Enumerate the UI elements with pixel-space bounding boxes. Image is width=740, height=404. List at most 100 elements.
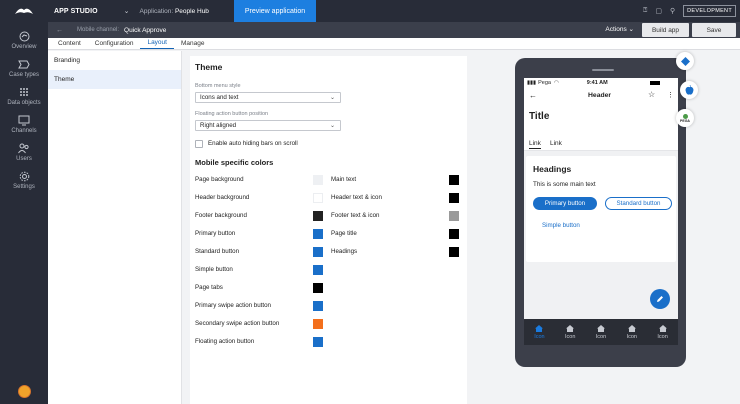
status-time: 9:41 AM — [586, 80, 608, 86]
nav-label: Settings — [13, 184, 35, 190]
development-badge[interactable]: DEVELOPMENT — [683, 5, 736, 17]
star-icon[interactable]: ☆ — [648, 90, 655, 99]
page-tab-link[interactable]: Link — [529, 140, 541, 149]
kebab-menu-icon[interactable]: ⋮ — [667, 91, 674, 99]
app-name: APP STUDIO — [54, 7, 98, 15]
nav-users[interactable]: Users — [0, 142, 48, 162]
home-icon — [658, 324, 667, 332]
color-label: Secondary swipe action button — [195, 320, 280, 327]
page-tab-link[interactable]: Link — [550, 140, 562, 147]
channel-bar: ← Mobile channel: Quick Approve Actions … — [48, 22, 740, 38]
channel-name: Quick Approve — [124, 26, 167, 34]
color-swatch[interactable] — [449, 247, 459, 257]
color-swatch[interactable] — [449, 193, 459, 203]
tab-manage[interactable]: Manage — [174, 40, 212, 49]
color-label: Header text & icon — [331, 194, 382, 201]
build-app-button[interactable]: Build app — [642, 23, 689, 37]
bottom-menu-select[interactable]: Icons and text ⌄ — [195, 92, 341, 103]
signal-icon: ▮▮▮ — [527, 80, 537, 86]
fab-position-select[interactable]: Right aligned ⌄ — [195, 120, 341, 131]
ios-platform-button[interactable] — [680, 81, 698, 99]
app-switcher-chevron-icon[interactable]: ⌄ — [124, 7, 130, 15]
standard-button[interactable]: Standard button — [605, 197, 672, 210]
color-label: Page background — [195, 176, 244, 183]
nav-label: Case types — [8, 72, 39, 78]
floating-action-button[interactable] — [650, 289, 670, 309]
pin-icon[interactable]: ⚲ — [670, 7, 675, 15]
tab-layout[interactable]: Layout — [140, 39, 174, 49]
color-swatch[interactable] — [313, 247, 323, 257]
footer-item[interactable]: Icon — [616, 319, 647, 345]
nav-label: Users — [16, 156, 32, 162]
footer-item[interactable]: Icon — [647, 319, 678, 345]
color-swatch[interactable] — [449, 229, 459, 239]
primary-button[interactable]: Primary button — [533, 197, 597, 210]
nav-settings[interactable]: Settings — [0, 170, 48, 190]
footer-item[interactable]: Icon — [555, 319, 586, 345]
tab-bar: Content Configuration Layout Manage — [48, 38, 740, 50]
back-arrow-icon[interactable]: ← — [56, 27, 63, 34]
phone-title-area: Title Link Link — [524, 103, 678, 151]
auto-hide-checkbox[interactable] — [195, 140, 203, 148]
data-objects-icon — [0, 86, 48, 98]
color-swatch[interactable] — [313, 283, 323, 293]
pega-logo[interactable] — [0, 0, 48, 22]
tab-content[interactable]: Content — [51, 40, 88, 49]
color-swatch[interactable] — [313, 193, 323, 203]
bottom-menu-label: Bottom menu style — [195, 83, 241, 89]
back-arrow-icon[interactable]: ← — [529, 91, 537, 100]
phone-status-bar: ▮▮▮ Pega ◠ 9:41 AM — [524, 78, 678, 88]
color-swatch[interactable] — [313, 337, 323, 347]
nav-channels[interactable]: Channels — [0, 114, 48, 134]
content-card: Headings This is some main text Primary … — [526, 156, 676, 262]
footer-item[interactable]: Icon — [586, 319, 617, 345]
actions-menu[interactable]: Actions ⌄ — [605, 25, 634, 33]
top-bar: APP STUDIO ⌄ Application: People Hub Pre… — [0, 0, 740, 22]
footer-item[interactable]: Icon — [524, 319, 555, 345]
home-icon — [627, 324, 636, 332]
color-swatch[interactable] — [449, 175, 459, 185]
application-context[interactable]: Application: People Hub — [140, 8, 209, 15]
color-label: Primary button — [195, 230, 236, 237]
sidepanel-item-theme[interactable]: Theme — [48, 70, 181, 89]
color-swatch[interactable] — [313, 319, 323, 329]
android-platform-button[interactable] — [676, 52, 694, 70]
color-label: Footer background — [195, 212, 247, 219]
main-text: This is some main text — [533, 181, 596, 188]
application-name: People Hub — [174, 7, 209, 15]
color-swatch[interactable] — [313, 265, 323, 275]
simple-button[interactable]: Simple button — [542, 222, 580, 229]
channel-label: Mobile channel: — [77, 27, 120, 33]
color-label: Main text — [331, 176, 357, 183]
nav-data-objects[interactable]: Data objects — [0, 86, 48, 106]
color-swatch[interactable] — [313, 229, 323, 239]
footer-item-label: Icon — [564, 333, 576, 340]
nav-case-types[interactable]: Case types — [0, 58, 48, 78]
pega-platform-button[interactable]: PEGA — [676, 109, 694, 127]
preview-application-button[interactable]: Preview application — [234, 0, 316, 22]
color-swatch[interactable] — [313, 301, 323, 311]
color-swatch[interactable] — [449, 211, 459, 221]
tab-configuration[interactable]: Configuration — [88, 40, 141, 49]
fab-position-value: Right aligned — [200, 122, 237, 129]
help-icon[interactable]: ⍰ — [643, 7, 647, 15]
theme-panel: Theme Bottom menu style Icons and text ⌄… — [190, 56, 467, 404]
sidepanel-item-branding[interactable]: Branding — [48, 51, 181, 70]
phone-footer: Icon Icon Icon Icon Icon — [524, 319, 678, 345]
color-swatch[interactable] — [313, 175, 323, 185]
color-swatch[interactable] — [313, 211, 323, 221]
avatar[interactable] — [18, 385, 31, 398]
bottom-menu-value: Icons and text — [200, 94, 239, 101]
layout-side-panel: Branding Theme — [48, 51, 182, 404]
theme-title: Theme — [195, 62, 223, 72]
nav-overview[interactable]: Overview — [0, 30, 48, 50]
color-label: Simple button — [195, 266, 233, 273]
save-button[interactable]: Save — [692, 23, 736, 37]
battery-icon — [649, 81, 660, 85]
header-title: Header — [588, 92, 612, 99]
chat-icon[interactable]: ▢ — [655, 7, 662, 15]
panel-gutter — [182, 51, 190, 404]
footer-item-label: Icon — [595, 333, 607, 340]
auto-hide-label: Enable auto hiding bars on scroll — [208, 140, 298, 147]
fab-position-label: Floating action button position — [195, 111, 269, 117]
